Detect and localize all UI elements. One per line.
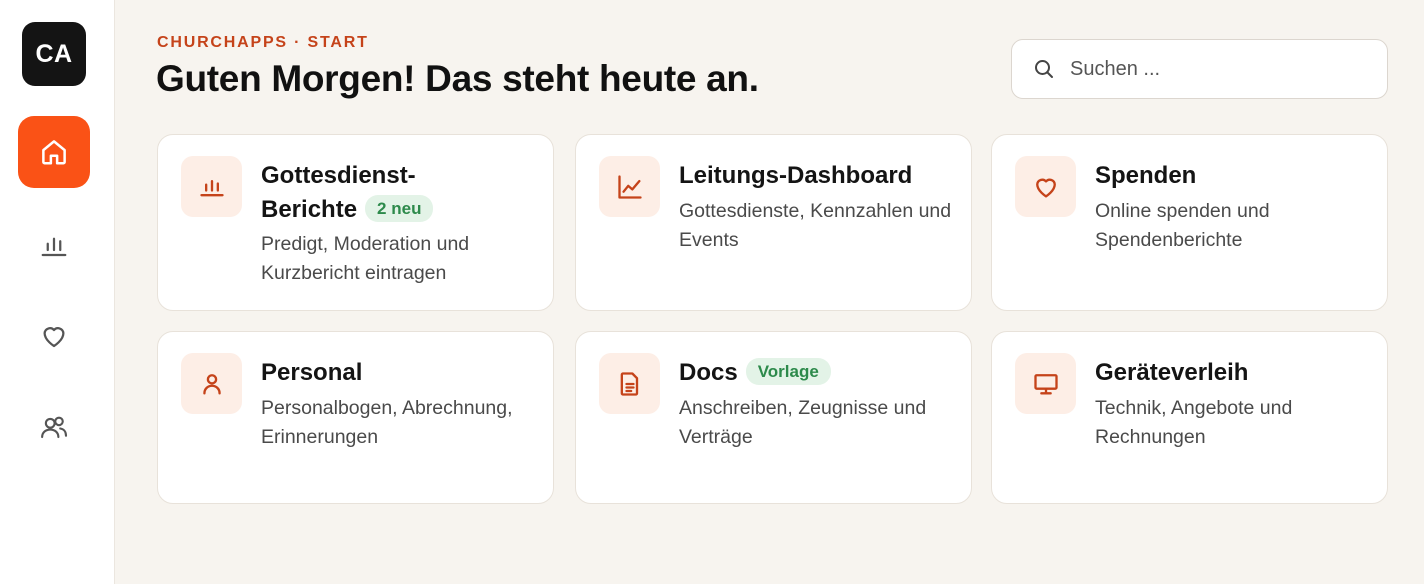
- card-title: Personal: [261, 359, 363, 386]
- home-icon: [42, 140, 66, 165]
- card-gottesdienst-berichte[interactable]: Gottesdienst- Berichte 2 neu Predigt, Mode…: [157, 134, 554, 311]
- sidebar-item-reports[interactable]: [18, 209, 90, 281]
- users-icon: [41, 416, 68, 439]
- sidebar-item-donations[interactable]: [18, 300, 90, 372]
- heart-icon: [1035, 178, 1056, 197]
- card-description: Online spenden und Spendenberichte: [1095, 200, 1270, 251]
- card-title: Docs Vorlage: [679, 356, 959, 390]
- card-title: Leitungs-Dashboard: [679, 162, 913, 189]
- card-icon-box: [1015, 353, 1076, 414]
- sidebar: CA: [0, 0, 115, 584]
- search-input[interactable]: [1070, 57, 1370, 81]
- line-chart-icon: [617, 174, 642, 199]
- card-icon-box: [599, 156, 660, 217]
- card-spenden[interactable]: Spenden Online spenden und Spendenberich…: [991, 134, 1388, 311]
- breadcrumb: CHURCHAPPS · START: [157, 34, 369, 51]
- card-description: Technik, Angebote und Rechnungen: [1095, 397, 1293, 448]
- card-description: Anschreiben, Zeugnisse und Verträge: [679, 397, 927, 448]
- page-title: Guten Morgen! Das steht heute an.: [156, 58, 759, 99]
- heart-icon: [43, 327, 65, 348]
- monitor-icon: [1033, 373, 1058, 394]
- card-icon-box: [181, 156, 242, 217]
- card-title: Geräteverleih: [1095, 359, 1249, 386]
- card-geraeteverleih[interactable]: Geräteverleih Technik, Angebote und Rech…: [991, 331, 1388, 504]
- card-title: Spenden: [1095, 162, 1197, 189]
- card-description: Predigt, Moderation und Kurzbericht eint…: [261, 233, 470, 284]
- bar-chart-icon: [199, 179, 224, 196]
- card-description: Personalbogen, Abrechnung, Erinnerungen: [261, 397, 513, 448]
- app-logo[interactable]: CA: [22, 22, 86, 86]
- card-personal[interactable]: Personal Personalbogen, Abrechnung, Erin…: [157, 331, 554, 504]
- search-icon: [1035, 60, 1053, 78]
- card-docs[interactable]: Docs Vorlage Anschreiben, Zeugnisse und V…: [575, 331, 972, 504]
- search-box[interactable]: [1011, 39, 1388, 99]
- card-icon-box: [181, 353, 242, 414]
- template-badge: Vorlage: [745, 358, 831, 385]
- card-icon-box: [1015, 156, 1076, 217]
- card-title: Gottesdienst- Berichte 2 neu: [261, 159, 541, 227]
- new-badge: 2 neu: [365, 195, 434, 222]
- sidebar-item-home[interactable]: [18, 116, 90, 188]
- bar-chart-icon: [41, 237, 67, 257]
- card-description: Gottesdienste, Kennzahlen und Events: [679, 200, 952, 251]
- sidebar-item-personnel[interactable]: [18, 391, 90, 463]
- card-leitungs-dashboard[interactable]: Leitungs-Dashboard Gottesdienste, Kennza…: [575, 134, 972, 311]
- user-icon: [202, 373, 221, 394]
- document-icon: [620, 371, 638, 396]
- card-icon-box: [599, 353, 660, 414]
